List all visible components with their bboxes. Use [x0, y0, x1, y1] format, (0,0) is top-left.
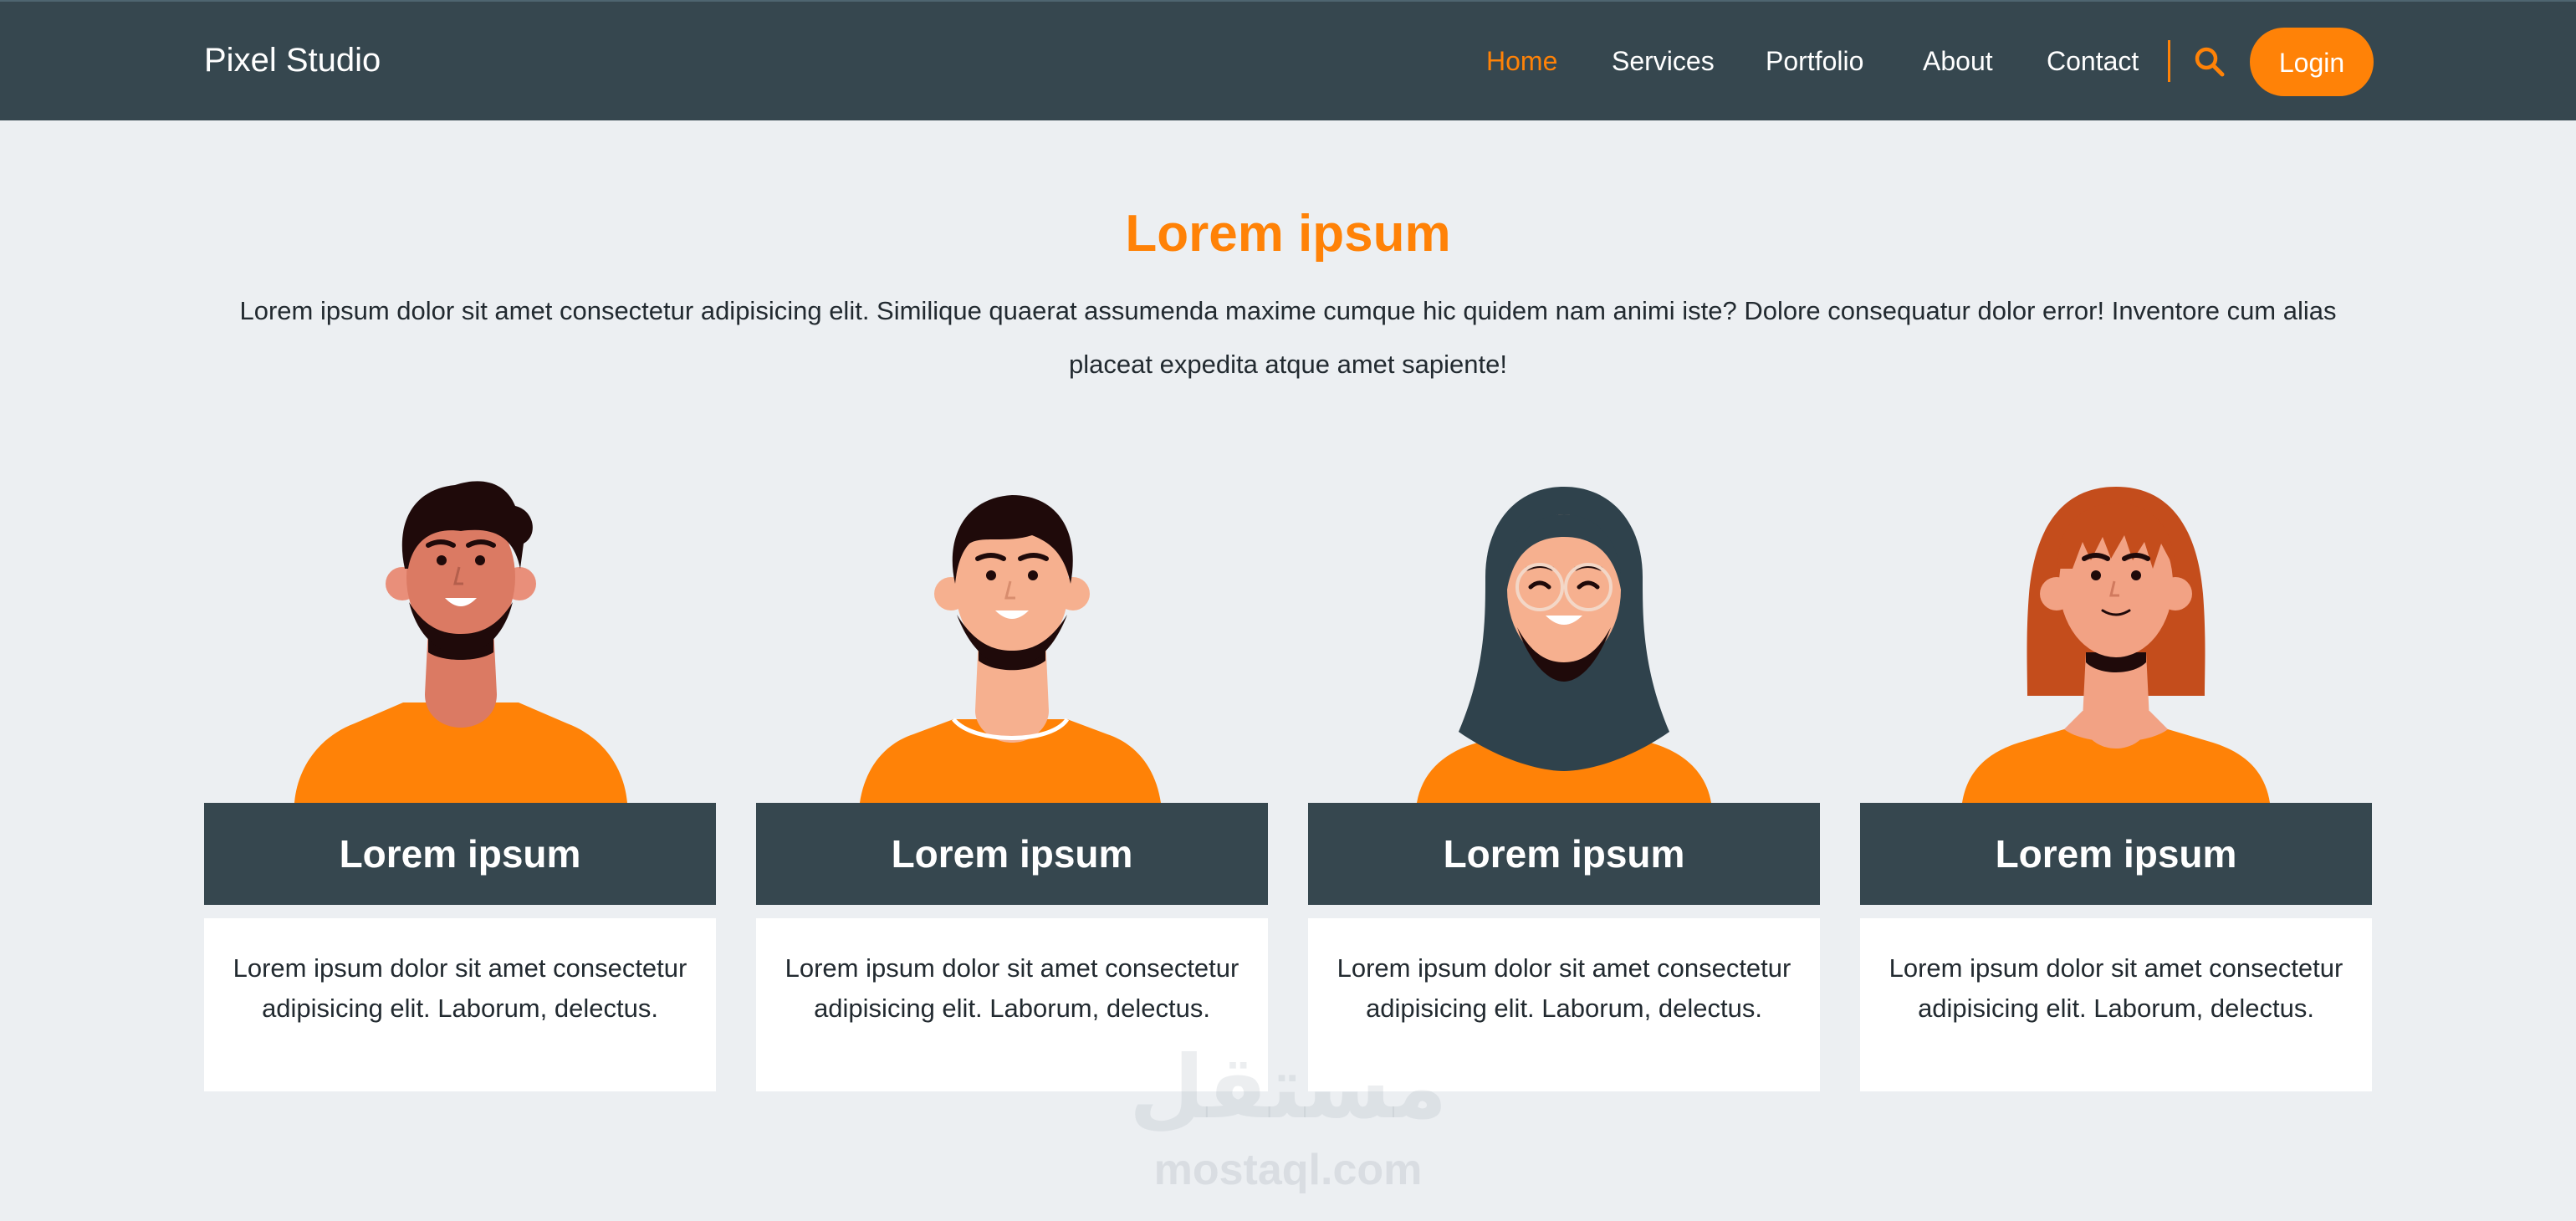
card-title: Lorem ipsum — [1860, 803, 2372, 905]
nav-link-services[interactable]: Services — [1612, 43, 1715, 79]
watermark-logo: مستقل — [1129, 1036, 1448, 1138]
avatar — [756, 443, 1268, 803]
card-title: Lorem ipsum — [1308, 803, 1820, 905]
woman-red-hair-avatar — [1962, 487, 2270, 803]
search-icon — [2195, 47, 2225, 77]
nav-divider — [2168, 40, 2170, 82]
section-title: Lorem ipsum — [1125, 205, 1451, 263]
team-card: Lorem ipsum Lorem ipsum dolor sit amet c… — [1308, 443, 1820, 1091]
woman-hijab-glasses-avatar — [1417, 487, 1711, 803]
card-title: Lorem ipsum — [204, 803, 716, 905]
nav-link-contact[interactable]: Contact — [2047, 43, 2139, 79]
card-text: Lorem ipsum dolor sit amet consectetur a… — [1860, 918, 2372, 1091]
man-curly-hair-avatar — [294, 481, 627, 803]
section-description: Lorem ipsum dolor sit amet consectetur a… — [239, 296, 2337, 379]
login-button[interactable]: Login — [2250, 28, 2374, 96]
team-card: Lorem ipsum Lorem ipsum dolor sit amet c… — [204, 443, 716, 1091]
nav-link-about[interactable]: About — [1923, 43, 1993, 79]
avatar — [1308, 443, 1820, 803]
avatar — [1860, 443, 2372, 803]
navbar: Pixel Studio Home Services Portfolio Abo… — [0, 0, 2576, 120]
team-card: Lorem ipsum Lorem ipsum dolor sit amet c… — [756, 443, 1268, 1091]
card-text: Lorem ipsum dolor sit amet consectetur a… — [204, 918, 716, 1091]
team-card: Lorem ipsum Lorem ipsum dolor sit amet c… — [1860, 443, 2372, 1091]
nav-link-portfolio[interactable]: Portfolio — [1766, 43, 1863, 79]
nav-link-home[interactable]: Home — [1486, 43, 1557, 79]
watermark-text: mostaql.com — [1153, 1146, 1423, 1194]
brand-logo[interactable]: Pixel Studio — [204, 38, 381, 82]
avatar — [204, 443, 716, 803]
search-button[interactable] — [2191, 43, 2228, 80]
man-short-hair-avatar — [860, 495, 1161, 803]
card-title: Lorem ipsum — [756, 803, 1268, 905]
